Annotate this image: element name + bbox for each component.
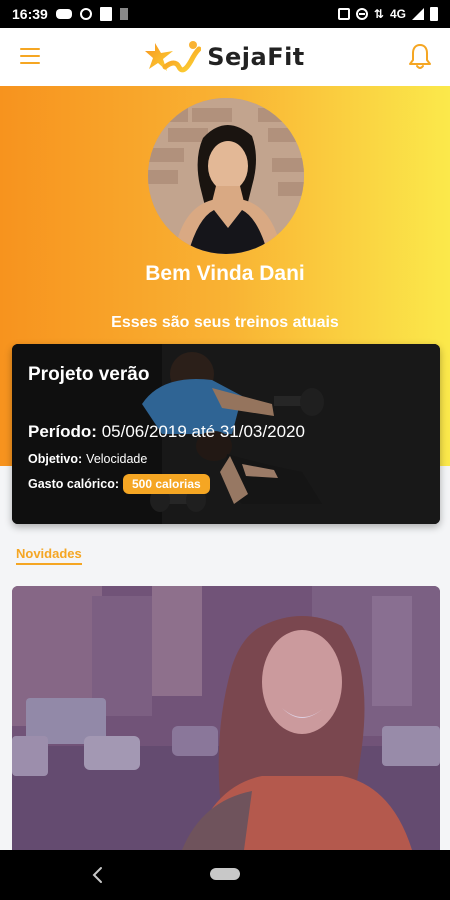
hamburger-menu-icon[interactable] bbox=[20, 48, 40, 64]
calorie-badge: 500 calorias bbox=[123, 474, 210, 494]
twitch-icon bbox=[99, 7, 112, 21]
status-left: 16:39 bbox=[12, 6, 128, 22]
goal-value: Velocidade bbox=[86, 452, 148, 466]
workout-title: Projeto verão bbox=[28, 364, 150, 385]
network-type: 4G bbox=[389, 7, 406, 21]
workout-period: Período: 05/06/2019 até 31/03/2020 bbox=[28, 422, 305, 442]
goal-label: Objetivo: bbox=[28, 452, 83, 466]
workout-goal-row: Objetivo: Velocidade bbox=[28, 452, 147, 466]
data-arrows-icon: ⇅ bbox=[373, 7, 384, 21]
status-time: 16:39 bbox=[12, 6, 48, 22]
user-avatar[interactable] bbox=[148, 98, 304, 254]
workouts-section-title: Esses são seus treinos atuais bbox=[111, 314, 339, 331]
workout-card[interactable]: Projeto verão Período: 05/06/2019 até 31… bbox=[12, 344, 440, 524]
calorie-label: Gasto calórico: bbox=[28, 477, 119, 491]
app-logo: SejaFit bbox=[145, 37, 305, 77]
avatar-photo bbox=[148, 98, 304, 254]
news-section-title: Novidades bbox=[16, 546, 82, 565]
period-label: Período: bbox=[28, 422, 97, 441]
news-card[interactable] bbox=[12, 586, 440, 850]
instagram-icon bbox=[79, 8, 92, 20]
home-pill-icon[interactable] bbox=[210, 868, 240, 880]
system-nav-bar bbox=[0, 850, 450, 900]
news-card-photo bbox=[12, 586, 440, 850]
greeting-text: Bem Vinda Dani bbox=[145, 262, 305, 285]
status-right: ⇅ 4G bbox=[337, 7, 438, 21]
battery-icon bbox=[430, 7, 438, 21]
vibrate-icon bbox=[337, 8, 350, 20]
dnd-icon bbox=[355, 8, 368, 20]
back-chevron-icon[interactable] bbox=[90, 866, 106, 884]
bell-icon[interactable] bbox=[408, 42, 432, 70]
period-value: 05/06/2019 até 31/03/2020 bbox=[101, 422, 305, 441]
app-header: SejaFit bbox=[0, 28, 450, 86]
status-bar: 16:39 ⇅ 4G bbox=[0, 0, 450, 28]
workout-calorie-row: Gasto calórico: 500 calorias bbox=[28, 474, 210, 494]
logo-mark-icon bbox=[145, 41, 202, 73]
gamepad-icon bbox=[55, 9, 72, 19]
signal-icon bbox=[412, 8, 424, 20]
app-name: SejaFit bbox=[207, 43, 305, 71]
download-icon bbox=[119, 8, 128, 20]
